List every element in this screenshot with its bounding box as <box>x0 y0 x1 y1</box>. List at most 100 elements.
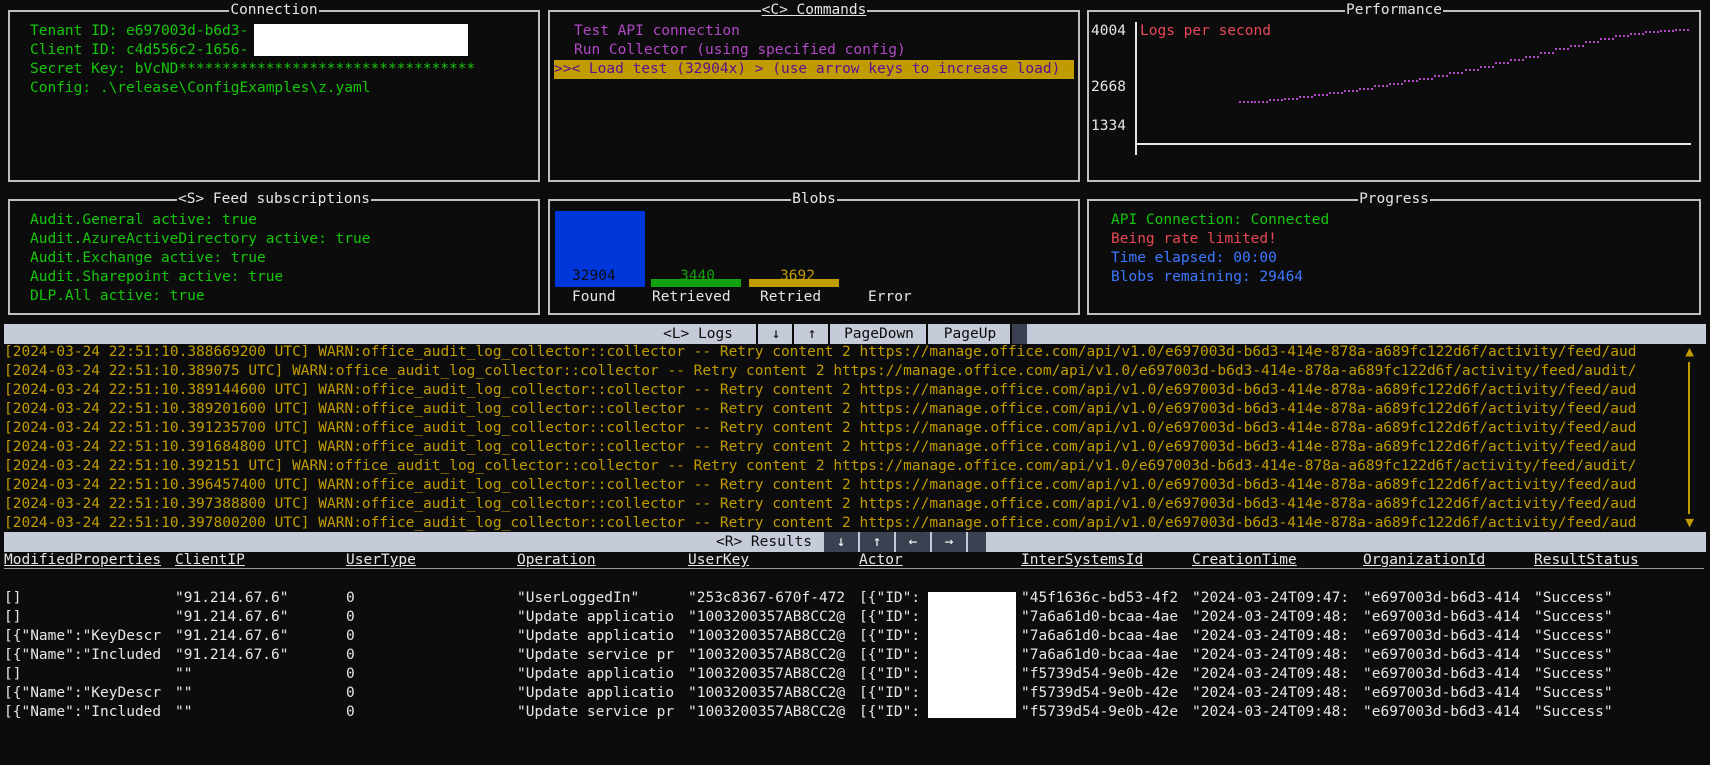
bar-found-label: Found <box>572 289 616 305</box>
chart-point <box>1483 65 1486 68</box>
scroll-up-button[interactable]: ↑ <box>796 324 828 344</box>
chart-point <box>1577 44 1580 47</box>
progress-panel: Progress API Connection: Connected Being… <box>1087 191 1701 315</box>
page-down-button[interactable]: PageDown <box>832 324 926 344</box>
log-line: [2024-03-24 22:51:10.389144600 UTC] WARN… <box>4 382 1637 398</box>
chart-point <box>1652 30 1655 33</box>
chart-point <box>1348 89 1351 92</box>
chart-point <box>1296 97 1299 100</box>
chart-point <box>1446 74 1449 77</box>
chart-point <box>1401 82 1404 85</box>
log-line: [2024-03-24 22:51:10.391684800 UTC] WARN… <box>4 439 1637 455</box>
table-row[interactable]: [{"Name":"KeyDescr "" 0 "Update applicatio "… <box>4 684 1704 703</box>
scroll-up-arrow-icon[interactable]: ▲ <box>1685 343 1694 362</box>
log-line: [2024-03-24 22:51:10.388669200 UTC] WARN… <box>4 344 1637 360</box>
column-header[interactable]: Operation <box>517 551 596 570</box>
chart-point <box>1397 82 1400 85</box>
column-header[interactable]: UserType <box>346 551 416 570</box>
chart-point <box>1464 68 1467 71</box>
table-cell: "Update service pr <box>517 647 675 663</box>
blobs-panel: Blobs 32904 3440 3692 Found Retrieved Re… <box>548 191 1080 315</box>
table-cell: "e697003d-b6d3-414 <box>1363 666 1521 682</box>
command-test-api[interactable]: Test API connection <box>554 22 1074 41</box>
column-header[interactable]: Actor <box>859 551 903 570</box>
table-cell: 0 <box>346 666 355 682</box>
table-row[interactable]: [{"Name":"KeyDescr "91.214.67.6" 0 "Update … <box>4 627 1704 646</box>
chart-point <box>1404 79 1407 82</box>
chart-point <box>1659 29 1662 32</box>
table-cell: "e697003d-b6d3-414 <box>1363 704 1521 720</box>
table-cell: "Update applicatio <box>517 685 675 701</box>
command-load-test[interactable]: >>< Load test (32904x) > (use arrow keys… <box>554 60 1074 79</box>
chart-point <box>1683 28 1685 31</box>
table-cell: "2024-03-24T09:48: <box>1192 666 1350 682</box>
table-cell: "Success" <box>1534 704 1613 720</box>
column-header[interactable]: OrganizationId <box>1363 551 1485 570</box>
chart-point <box>1671 29 1674 32</box>
results-left-button[interactable]: ← <box>896 532 930 552</box>
chart-point <box>1386 85 1389 88</box>
results-tab[interactable]: <R> Results <box>704 532 824 552</box>
chart-point <box>1247 101 1249 104</box>
page-up-button[interactable]: PageUp <box>930 324 1010 344</box>
table-row[interactable]: [] "" 0 "Update applicatio "1003200357AB8CC2… <box>4 665 1704 684</box>
table-row[interactable]: [] "91.214.67.6" 0 "UserLoggedIn" "253c8367-… <box>4 589 1704 608</box>
chart-point <box>1509 59 1512 62</box>
table-cell: "7a6a61d0-bcaa-4ae <box>1021 609 1179 625</box>
chart-point <box>1558 48 1561 51</box>
chart-point <box>1581 44 1584 47</box>
command-run-collector[interactable]: Run Collector (using specified config) <box>554 41 1074 60</box>
column-header[interactable]: CreationTime <box>1192 551 1297 570</box>
scroll-down-arrow-icon[interactable]: ▼ <box>1685 514 1694 531</box>
feed-item: Audit.General active: true <box>30 212 257 228</box>
column-header[interactable]: ResultStatus <box>1534 551 1639 570</box>
column-header[interactable]: UserKey <box>688 551 749 570</box>
config-path-text: Config: .\release\ConfigExamples\z.yaml <box>30 80 371 96</box>
column-header[interactable]: ClientIP <box>175 551 245 570</box>
chart-point <box>1667 29 1670 32</box>
table-cell: "" <box>175 685 193 701</box>
chart-point <box>1292 97 1295 100</box>
chart-point <box>1281 99 1284 102</box>
logs-tab[interactable]: <L> Logs <box>640 324 756 344</box>
table-row[interactable]: [{"Name":"Included "91.214.67.6" 0 "Update … <box>4 646 1704 665</box>
column-header[interactable]: ModifiedProperties <box>4 551 161 570</box>
scroll-down-button[interactable]: ↓ <box>760 324 792 344</box>
table-cell: "" <box>175 666 193 682</box>
results-right-button[interactable]: → <box>932 532 966 552</box>
chart-point <box>1258 100 1261 103</box>
table-row[interactable]: [{"Name":"Included "" 0 "Update service pr "… <box>4 703 1704 722</box>
column-header[interactable]: InterSystemsId <box>1021 551 1143 570</box>
results-down-button[interactable]: ↓ <box>824 532 858 552</box>
chart-point <box>1502 62 1505 65</box>
chart-point <box>1408 79 1411 82</box>
chart-point <box>1569 44 1572 47</box>
table-row[interactable]: [] "91.214.67.6" 0 "Update applicatio "10032… <box>4 608 1704 627</box>
table-cell: "2024-03-24T09:48: <box>1192 628 1350 644</box>
chart-point <box>1506 62 1509 65</box>
chart-point <box>1626 34 1629 37</box>
chart-point <box>1299 96 1302 99</box>
log-output[interactable]: [2024-03-24 22:51:10.388669200 UTC] WARN… <box>4 343 1694 531</box>
chart-point <box>1524 55 1527 58</box>
log-line: [2024-03-24 22:51:10.392151 UTC] WARN:of… <box>4 458 1637 474</box>
chart-point <box>1311 96 1314 99</box>
scrollbar-track[interactable] <box>1688 362 1690 514</box>
chart-point <box>1389 82 1392 85</box>
table-cell: 0 <box>346 609 355 625</box>
chart-point <box>1284 97 1287 100</box>
chart-point <box>1476 68 1479 71</box>
chart-point <box>1382 85 1385 88</box>
table-cell: "Success" <box>1534 609 1613 625</box>
table-cell: "" <box>175 704 193 720</box>
results-table[interactable]: ModifiedProperties ClientIP UserType Operat… <box>4 551 1704 722</box>
table-cell: [] <box>4 666 22 682</box>
chart-point <box>1584 41 1587 44</box>
results-up-button[interactable]: ↑ <box>860 532 894 552</box>
performance-panel: Performance 4004 2668 1334 Logs per seco… <box>1087 2 1701 182</box>
log-line: [2024-03-24 22:51:10.397800200 UTC] WARN… <box>4 515 1637 531</box>
bar-retried-value: 3692 <box>780 268 815 284</box>
chart-point <box>1618 34 1621 37</box>
chart-point <box>1449 71 1452 74</box>
table-cell: 0 <box>346 685 355 701</box>
